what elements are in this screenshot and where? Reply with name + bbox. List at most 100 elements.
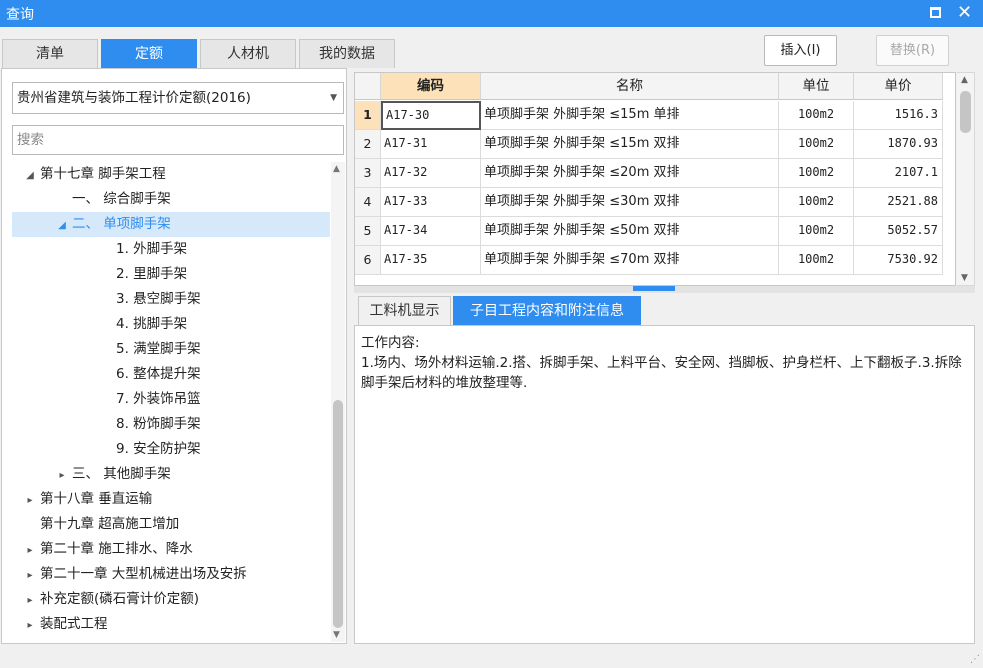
tree-item[interactable]: 第十九章 超高施工增加 <box>12 512 330 537</box>
tree-item[interactable]: ◢ 二、 单项脚手架 <box>12 212 330 237</box>
column-header-code[interactable]: 编码 <box>381 73 481 100</box>
table-row[interactable]: 4 A17-33 单项脚手架 外脚手架 ≤30m 双排 100m2 2521.88 <box>355 188 943 217</box>
tree-item-label: 1. 外脚手架 <box>116 241 188 257</box>
table-row[interactable]: 2 A17-31 单项脚手架 外脚手架 ≤15m 双排 100m2 1870.93 <box>355 130 943 159</box>
name-cell[interactable]: 单项脚手架 外脚手架 ≤30m 双排 <box>481 188 779 217</box>
unit-cell[interactable]: 100m2 <box>779 217 854 246</box>
name-cell[interactable]: 单项脚手架 外脚手架 ≤15m 单排 <box>481 101 779 130</box>
resize-grip-icon[interactable]: ⋰ <box>970 654 980 665</box>
tab-labor-material-machine[interactable]: 人材机 <box>200 39 296 68</box>
tree-item[interactable]: 7. 外装饰吊篮 <box>12 387 330 412</box>
expand-toggle-icon[interactable]: ▸ <box>24 488 36 513</box>
table-row[interactable]: 5 A17-34 单项脚手架 外脚手架 ≤50m 双排 100m2 5052.57 <box>355 217 943 246</box>
price-cell[interactable]: 1870.93 <box>854 130 943 159</box>
table-row[interactable]: 6 A17-35 单项脚手架 外脚手架 ≤70m 双排 100m2 7530.92 <box>355 246 943 275</box>
tree-item[interactable]: 4. 挑脚手架 <box>12 312 330 337</box>
price-cell[interactable]: 7530.92 <box>854 246 943 275</box>
name-cell[interactable]: 单项脚手架 外脚手架 ≤15m 双排 <box>481 130 779 159</box>
tree-item-label: 8. 粉饰脚手架 <box>116 416 201 432</box>
insert-button[interactable]: 插入(I) <box>764 35 837 66</box>
tree-item[interactable]: 1. 外脚手架 <box>12 237 330 262</box>
table-scrollbar[interactable]: ▲ ▼ <box>957 72 975 286</box>
scroll-down-icon[interactable]: ▼ <box>333 630 340 640</box>
tree-item[interactable]: 一、 综合脚手架 <box>12 187 330 212</box>
table-row[interactable]: 3 A17-32 单项脚手架 外脚手架 ≤20m 双排 100m2 2107.1 <box>355 159 943 188</box>
chevron-down-icon: ▼ <box>330 93 337 103</box>
tree-item[interactable]: 5. 满堂脚手架 <box>12 337 330 362</box>
code-cell[interactable]: A17-32 <box>381 159 481 188</box>
code-cell[interactable]: A17-30 <box>381 101 481 130</box>
name-cell[interactable]: 单项脚手架 外脚手架 ≤70m 双排 <box>481 246 779 275</box>
tree-item[interactable]: 6. 整体提升架 <box>12 362 330 387</box>
tree-item[interactable]: ▸ 装配式工程 <box>12 612 330 637</box>
row-number[interactable]: 5 <box>355 217 381 246</box>
expand-toggle-icon[interactable]: ▸ <box>56 463 68 488</box>
close-icon[interactable]: ✕ <box>957 0 972 25</box>
tree-item[interactable]: 9. 安全防护架 <box>12 437 330 462</box>
row-number[interactable]: 6 <box>355 246 381 275</box>
scroll-thumb[interactable] <box>960 91 971 133</box>
tree-item-label: 6. 整体提升架 <box>116 366 201 382</box>
column-header-unit[interactable]: 单位 <box>779 73 854 100</box>
unit-cell[interactable]: 100m2 <box>779 101 854 130</box>
row-number[interactable]: 4 <box>355 188 381 217</box>
tree-item-label: 第十九章 超高施工增加 <box>40 516 180 532</box>
scroll-up-icon[interactable]: ▲ <box>333 164 340 174</box>
tree-item[interactable]: 2. 里脚手架 <box>12 262 330 287</box>
expand-toggle-icon[interactable]: ▸ <box>24 563 36 588</box>
splitter-handle[interactable] <box>633 286 675 291</box>
replace-button[interactable]: 替换(R) <box>876 35 949 66</box>
price-cell[interactable]: 2521.88 <box>854 188 943 217</box>
price-cell[interactable]: 5052.57 <box>854 217 943 246</box>
search-input[interactable] <box>12 125 344 155</box>
scroll-down-icon[interactable]: ▼ <box>961 273 968 283</box>
row-number[interactable]: 2 <box>355 130 381 159</box>
tree-item[interactable]: ▸ 三、 其他脚手架 <box>12 462 330 487</box>
tree-item[interactable]: ▸ 第二十一章 大型机械进出场及安拆 <box>12 562 330 587</box>
tab-resource-display[interactable]: 工料机显示 <box>358 296 451 325</box>
tree-item[interactable]: ▸ 第十八章 垂直运输 <box>12 487 330 512</box>
work-content-panel: 工作内容: 1.场内、场外材料运输.2.搭、拆脚手架、上料平台、安全网、挡脚板、… <box>354 325 975 644</box>
tree-item-label: 5. 满堂脚手架 <box>116 341 201 357</box>
status-bar: ⋰ <box>0 648 983 668</box>
code-cell[interactable]: A17-33 <box>381 188 481 217</box>
tree-item[interactable]: ▸ 第二十章 施工排水、降水 <box>12 537 330 562</box>
expand-toggle-icon[interactable]: ◢ <box>56 213 68 238</box>
code-cell[interactable]: A17-34 <box>381 217 481 246</box>
maximize-icon[interactable] <box>930 7 941 18</box>
quota-library-dropdown[interactable]: 贵州省建筑与装饰工程计价定额(2016) ▼ <box>12 82 344 114</box>
tab-bill[interactable]: 清单 <box>2 39 98 68</box>
expand-toggle-icon[interactable]: ▸ <box>24 588 36 613</box>
tree-item[interactable]: ◢ 第十七章 脚手架工程 <box>12 162 330 187</box>
scroll-thumb[interactable] <box>333 400 343 628</box>
code-cell[interactable]: A17-35 <box>381 246 481 275</box>
name-cell[interactable]: 单项脚手架 外脚手架 ≤50m 双排 <box>481 217 779 246</box>
unit-cell[interactable]: 100m2 <box>779 188 854 217</box>
tree-item-label: 3. 悬空脚手架 <box>116 291 201 307</box>
tree-item[interactable]: 3. 悬空脚手架 <box>12 287 330 312</box>
tree-scrollbar[interactable]: ▲ ▼ <box>331 162 345 642</box>
table-row[interactable]: 1 A17-30 单项脚手架 外脚手架 ≤15m 单排 100m2 1516.3 <box>355 101 943 130</box>
scroll-up-icon[interactable]: ▲ <box>961 75 968 85</box>
tree-item[interactable]: ▸ 补充定额(磷石膏计价定额) <box>12 587 330 612</box>
row-number[interactable]: 3 <box>355 159 381 188</box>
panel-splitter[interactable] <box>354 286 975 293</box>
tab-my-data[interactable]: 我的数据 <box>299 39 395 68</box>
unit-cell[interactable]: 100m2 <box>779 130 854 159</box>
tab-quota[interactable]: 定额 <box>101 39 197 68</box>
column-header-name[interactable]: 名称 <box>481 73 779 100</box>
expand-toggle-icon[interactable]: ◢ <box>24 163 36 188</box>
unit-cell[interactable]: 100m2 <box>779 246 854 275</box>
price-cell[interactable]: 2107.1 <box>854 159 943 188</box>
code-cell[interactable]: A17-31 <box>381 130 481 159</box>
tree-item[interactable]: 8. 粉饰脚手架 <box>12 412 330 437</box>
tree-item-label: 4. 挑脚手架 <box>116 316 188 332</box>
unit-cell[interactable]: 100m2 <box>779 159 854 188</box>
expand-toggle-icon[interactable]: ▸ <box>24 613 36 638</box>
name-cell[interactable]: 单项脚手架 外脚手架 ≤20m 双排 <box>481 159 779 188</box>
tab-work-content[interactable]: 子目工程内容和附注信息 <box>453 296 641 325</box>
column-header-price[interactable]: 单价 <box>854 73 943 100</box>
row-number[interactable]: 1 <box>355 101 381 130</box>
price-cell[interactable]: 1516.3 <box>854 101 943 130</box>
expand-toggle-icon[interactable]: ▸ <box>24 538 36 563</box>
